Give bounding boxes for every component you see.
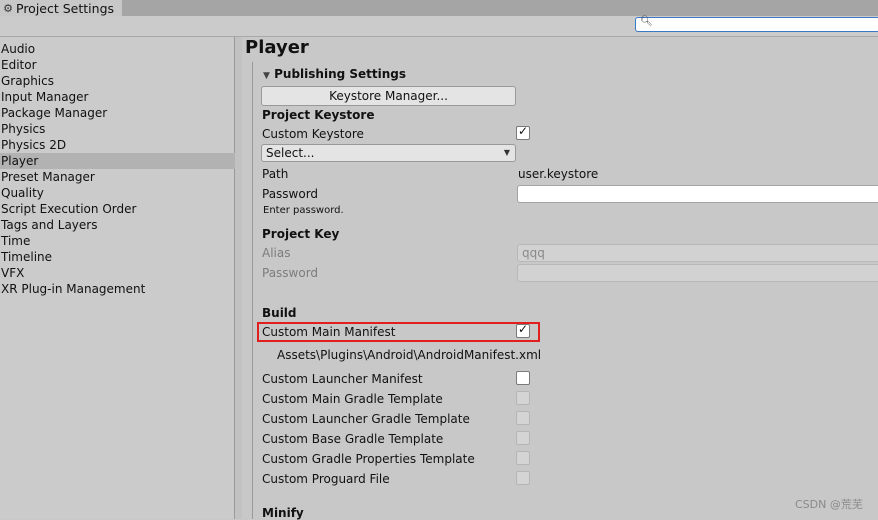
custom-gradle-properties-template-label: Custom Gradle Properties Template — [262, 452, 475, 466]
custom-launcher-gradle-template-checkbox[interactable] — [516, 411, 530, 425]
custom-main-gradle-template-checkbox[interactable] — [516, 391, 530, 405]
password-label: Password — [262, 187, 319, 201]
custom-gradle-properties-template-checkbox[interactable] — [516, 451, 530, 465]
sidebar-item-graphics[interactable]: Graphics — [0, 73, 235, 89]
keystore-manager-button[interactable]: Keystore Manager... — [261, 86, 516, 106]
sidebar-item-input-manager[interactable]: Input Manager — [0, 89, 235, 105]
custom-keystore-checkbox[interactable]: ✓ — [516, 124, 530, 140]
page-title: Player — [245, 37, 309, 58]
checkmark-icon: ✓ — [518, 124, 529, 138]
publishing-settings-foldout[interactable]: ▼ Publishing Settings — [263, 67, 406, 81]
sidebar-item-physics-2d[interactable]: Physics 2D — [0, 137, 235, 153]
custom-base-gradle-template-label: Custom Base Gradle Template — [262, 432, 444, 446]
alias-label: Alias — [262, 246, 291, 260]
highlight-annotation-box — [257, 322, 540, 342]
keystore-select-dropdown[interactable]: Select... ▼ — [261, 144, 516, 162]
custom-keystore-label: Custom Keystore — [262, 127, 364, 141]
dropdown-arrow-icon: ▼ — [503, 148, 510, 157]
path-label: Path — [262, 167, 289, 181]
sidebar-item-player[interactable]: Player — [0, 153, 235, 169]
custom-base-gradle-template-checkbox[interactable] — [516, 431, 530, 445]
sidebar-item-time[interactable]: Time — [0, 233, 235, 249]
project-keystore-heading: Project Keystore — [262, 108, 375, 122]
sidebar: Audio Editor Graphics Input Manager Pack… — [0, 37, 235, 519]
custom-main-gradle-template-label: Custom Main Gradle Template — [262, 392, 443, 406]
enter-password-hint: Enter password. — [263, 205, 344, 216]
minify-heading: Minify — [262, 506, 304, 520]
sidebar-item-audio[interactable]: Audio — [0, 41, 235, 57]
sidebar-item-preset-manager[interactable]: Preset Manager — [0, 169, 235, 185]
sidebar-item-timeline[interactable]: Timeline — [0, 249, 235, 265]
path-value: user.keystore — [518, 167, 599, 181]
sidebar-item-xr-plugin-management[interactable]: XR Plug-in Management — [0, 281, 235, 297]
key-password-field — [517, 264, 878, 282]
publishing-settings-header: Publishing Settings — [274, 67, 407, 81]
custom-proguard-file-label: Custom Proguard File — [262, 472, 390, 486]
custom-launcher-manifest-checkbox[interactable] — [516, 371, 530, 385]
sidebar-item-physics[interactable]: Physics — [0, 121, 235, 137]
sidebar-item-editor[interactable]: Editor — [0, 57, 235, 73]
build-heading: Build — [262, 306, 297, 320]
sidebar-item-quality[interactable]: Quality — [0, 185, 235, 201]
custom-launcher-gradle-template-label: Custom Launcher Gradle Template — [262, 412, 470, 426]
sidebar-item-script-execution-order[interactable]: Script Execution Order — [0, 201, 235, 217]
panel-splitter[interactable] — [235, 37, 242, 519]
alias-field: qqq — [517, 244, 878, 262]
project-key-heading: Project Key — [262, 227, 340, 241]
manifest-path: Assets\Plugins\Android\AndroidManifest.x… — [277, 348, 542, 362]
tab-project-settings[interactable]: ⚙ Project Settings — [0, 0, 122, 16]
toolbar: 🔍︎ — [0, 16, 878, 37]
search-icon: 🔍︎ — [640, 16, 653, 27]
sidebar-item-vfx[interactable]: VFX — [0, 265, 235, 281]
key-password-label: Password — [262, 266, 319, 280]
custom-proguard-file-checkbox[interactable] — [516, 471, 530, 485]
search-input[interactable]: 🔍︎ — [635, 16, 878, 32]
alias-value: qqq — [522, 246, 545, 260]
section-indent-line — [252, 62, 253, 519]
foldout-arrow-icon: ▼ — [263, 71, 270, 81]
custom-launcher-manifest-label: Custom Launcher Manifest — [262, 372, 423, 386]
keystore-select-value: Select... — [266, 146, 315, 160]
sidebar-item-tags-and-layers[interactable]: Tags and Layers — [0, 217, 235, 233]
tab-bar: ⚙ Project Settings — [0, 0, 878, 16]
tab-title: Project Settings — [16, 0, 115, 16]
sidebar-item-package-manager[interactable]: Package Manager — [0, 105, 235, 121]
gear-icon: ⚙ — [3, 1, 13, 15]
watermark: CSDN @荒芜 — [795, 498, 863, 511]
keystore-password-field[interactable] — [517, 185, 878, 203]
